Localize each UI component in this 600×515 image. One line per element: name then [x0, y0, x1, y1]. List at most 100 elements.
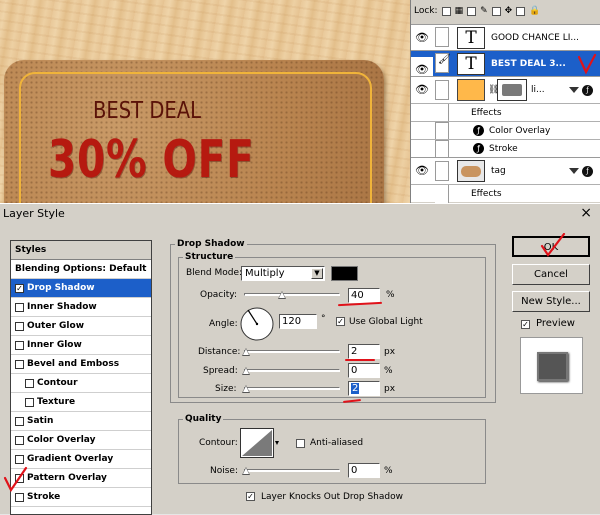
styles-header[interactable]: Styles — [11, 241, 151, 260]
lock-label: Lock: — [414, 6, 438, 16]
eye-icon[interactable]: 👁 — [414, 31, 430, 44]
layer-row-best-deal[interactable]: 👁 🖌 T BEST DEAL 3... — [411, 50, 600, 82]
style-checkbox[interactable] — [15, 435, 24, 445]
expand-arrow-icon[interactable] — [569, 87, 579, 93]
layer-name[interactable]: GOOD CHANCE LI... — [491, 33, 579, 43]
spread-unit: % — [384, 366, 393, 376]
lock-position-checkbox[interactable] — [491, 6, 501, 16]
style-item[interactable]: Outer Glow — [11, 317, 151, 336]
lock-all-checkbox[interactable] — [516, 6, 526, 16]
style-checkbox[interactable] — [15, 321, 24, 331]
size-value-selected: 2 — [351, 383, 360, 394]
document-canvas[interactable]: BEST DEAL 30% OFF — [0, 0, 410, 203]
layer-link-box[interactable] — [435, 161, 449, 181]
style-item[interactable]: Pattern Overlay — [11, 469, 151, 488]
style-item[interactable]: Blending Options: Default — [11, 260, 151, 279]
global-light-checkbox[interactable]: ✓ — [336, 317, 345, 326]
spread-slider[interactable] — [242, 366, 340, 376]
slider-handle[interactable] — [242, 467, 250, 475]
size-unit: px — [384, 384, 396, 394]
layer-link-box[interactable] — [435, 27, 449, 47]
style-checkbox[interactable] — [15, 416, 24, 426]
layer-name[interactable]: li... — [531, 85, 545, 95]
size-slider[interactable] — [242, 384, 340, 394]
layer-link-box[interactable] — [435, 80, 449, 100]
slider-handle[interactable] — [242, 367, 250, 375]
knockout-checkbox[interactable]: ✓ — [246, 492, 255, 501]
noise-unit: % — [384, 466, 393, 476]
lock-pixels-checkbox[interactable] — [467, 6, 477, 16]
effect-row-color-overlay[interactable]: ƒ Color Overlay — [411, 121, 600, 140]
quality-title: Quality — [185, 414, 222, 424]
style-item[interactable]: Inner Shadow — [11, 298, 151, 317]
slider-handle[interactable] — [278, 291, 286, 299]
new-style-button[interactable]: New Style... — [512, 291, 590, 312]
style-item[interactable]: Contour — [11, 374, 151, 393]
layer-link-box — [435, 122, 449, 140]
style-item[interactable]: Color Overlay — [11, 431, 151, 450]
preview-checkbox[interactable]: ✓ — [521, 320, 530, 329]
slider-handle[interactable] — [242, 348, 250, 356]
effect-row-stroke[interactable]: ƒ Stroke — [411, 139, 600, 158]
distance-slider[interactable] — [242, 347, 340, 357]
style-item[interactable]: Stroke — [11, 488, 151, 507]
eye-icon[interactable]: 👁 — [414, 83, 430, 96]
style-label: Color Overlay — [27, 435, 96, 445]
cancel-button[interactable]: Cancel — [512, 264, 590, 285]
expand-arrow-icon[interactable] — [569, 168, 579, 174]
layer-link-box — [435, 140, 449, 158]
layer-name[interactable]: tag — [491, 166, 506, 176]
layer-name[interactable]: BEST DEAL 3... — [491, 59, 566, 69]
close-icon[interactable]: × — [580, 205, 592, 221]
contour-picker[interactable] — [240, 428, 280, 458]
effects-row: Effects — [411, 184, 600, 203]
anti-aliased-checkbox[interactable] — [296, 439, 305, 448]
chevron-down-icon[interactable]: ▼ — [311, 268, 323, 279]
style-checkbox[interactable] — [15, 454, 24, 464]
style-checkbox[interactable] — [15, 340, 24, 350]
layer-row-tag[interactable]: 👁 tag ƒ — [411, 157, 600, 184]
angle-unit: ° — [321, 314, 326, 324]
style-checkbox[interactable] — [15, 302, 24, 312]
angle-input[interactable]: 120 — [279, 314, 317, 329]
spread-input[interactable]: 0 — [348, 363, 380, 378]
style-checkbox[interactable] — [25, 397, 34, 407]
effects-label: Effects — [471, 108, 502, 118]
text-layer-thumbnail: T — [457, 27, 485, 49]
opacity-slider[interactable] — [244, 290, 340, 300]
style-item[interactable]: Satin — [11, 412, 151, 431]
slider-handle[interactable] — [242, 385, 250, 393]
style-item[interactable]: ✓ Drop Shadow — [11, 279, 151, 298]
noise-slider[interactable] — [242, 466, 340, 476]
distance-input[interactable]: 2 — [348, 344, 380, 359]
styles-list: Styles Blending Options: Default ✓ Drop Sh… — [10, 240, 152, 515]
preview-label: Preview — [536, 318, 575, 329]
angle-dial[interactable] — [239, 306, 275, 342]
eye-icon[interactable]: 👁 — [414, 164, 430, 177]
effects-label: Effects — [471, 189, 502, 199]
style-checkbox[interactable] — [25, 378, 34, 388]
layer-row-good-chance[interactable]: 👁 T GOOD CHANCE LI... — [411, 24, 600, 50]
style-preview-box — [520, 337, 583, 394]
ok-button[interactable]: OK — [512, 233, 590, 257]
style-item[interactable]: Bevel and Emboss — [11, 355, 151, 374]
effect-name[interactable]: Stroke — [489, 144, 518, 154]
style-label: Bevel and Emboss — [27, 359, 120, 369]
style-checkbox[interactable] — [15, 359, 24, 369]
blend-mode-select[interactable]: Multiply ▼ — [241, 266, 325, 281]
style-item[interactable]: Inner Glow — [11, 336, 151, 355]
style-item[interactable]: Texture — [11, 393, 151, 412]
layer-row-shape[interactable]: 👁 ⛓ li... ƒ — [411, 76, 600, 103]
size-input[interactable]: 2 — [348, 381, 380, 396]
lock-transparency-checkbox[interactable] — [441, 6, 451, 16]
style-checkbox[interactable]: ✓ — [15, 283, 24, 293]
effect-name[interactable]: Color Overlay — [489, 126, 550, 136]
style-item[interactable]: Gradient Overlay — [11, 450, 151, 469]
style-label: Inner Glow — [27, 340, 82, 350]
opacity-input[interactable]: 40 — [348, 288, 380, 303]
red-check-annotation — [3, 466, 28, 493]
drop-shadow-title: Drop Shadow — [177, 239, 245, 249]
shadow-color-swatch[interactable] — [331, 266, 358, 281]
noise-input[interactable]: 0 — [348, 463, 380, 478]
opacity-unit: % — [386, 290, 395, 300]
